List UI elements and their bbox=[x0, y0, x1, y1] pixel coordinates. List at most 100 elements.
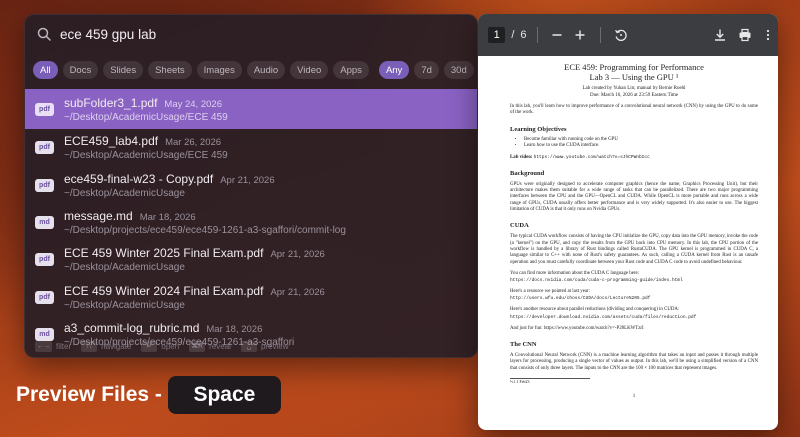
result-date: Mar 18, 2026 bbox=[206, 324, 263, 336]
zoom-in-icon[interactable] bbox=[571, 25, 590, 45]
result-path: ~/Desktop/AcademicUsage/ECE 459 bbox=[64, 111, 228, 123]
toolbar-divider bbox=[536, 27, 538, 43]
doc-paragraph: You can find more information about the … bbox=[510, 270, 640, 276]
print-icon[interactable] bbox=[736, 25, 755, 45]
doc-link[interactable]: https://www.youtube.com/watch?v=sJhCPWnb… bbox=[534, 155, 650, 160]
doc-list: Become familiar with running code on the… bbox=[524, 137, 758, 150]
result-name: ECE459_lab4.pdf bbox=[64, 134, 159, 149]
result-path: ~/Desktop/AcademicUsage/ECE 459 bbox=[64, 150, 228, 162]
filter-chip-sheets[interactable]: Sheets bbox=[148, 61, 192, 79]
shortcut-footer: ←→ filter ↑↓ navigate ↵ open ⌘R reveal ␣… bbox=[25, 335, 477, 357]
time-chip-30d[interactable]: 30d bbox=[443, 61, 474, 79]
pdf-file-icon: pdf bbox=[35, 102, 54, 116]
result-row[interactable]: pdf ECE 459 Winter 2025 Final Exam.pdf A… bbox=[25, 241, 477, 278]
doc-due-date: Due: March 16, 2026 at 23:59 Eastern Tim… bbox=[589, 92, 679, 98]
result-name: ece459-final-w23 - Copy.pdf bbox=[64, 171, 214, 186]
key-cap: ←→ bbox=[35, 340, 52, 352]
pdf-file-icon: pdf bbox=[35, 141, 54, 155]
doc-video-line: Lab video: https://www.youtube.com/watch… bbox=[510, 155, 758, 161]
key-cap: ↑↓ bbox=[81, 340, 98, 352]
doc-paragraph: A Convolutional Neural Network (CNN) is … bbox=[510, 353, 758, 371]
page-total: 6 bbox=[520, 29, 527, 41]
pdf-file-icon: pdf bbox=[35, 253, 54, 267]
result-name: message.md bbox=[64, 208, 133, 223]
time-chip-any[interactable]: Any bbox=[378, 61, 410, 79]
markdown-file-icon: md bbox=[35, 215, 54, 229]
result-row[interactable]: pdf ECE459_lab4.pdf Mar 26, 2026 ~/Deskt… bbox=[25, 129, 477, 166]
rotate-icon[interactable] bbox=[611, 25, 630, 45]
filter-chip-audio[interactable]: Audio bbox=[246, 61, 286, 79]
doc-heading: Learning Objectives bbox=[510, 125, 567, 133]
result-row[interactable]: pdf ece459-final-w23 - Copy.pdf Apr 21, … bbox=[25, 166, 477, 203]
doc-paragraph: In this lab, you'll learn how to improve… bbox=[510, 104, 758, 116]
page-number-input[interactable]: 1 bbox=[488, 27, 506, 43]
doc-heading: CUDA bbox=[510, 222, 529, 230]
result-name: ECE 459 Winter 2025 Final Exam.pdf bbox=[64, 246, 264, 261]
pdf-file-icon: pdf bbox=[35, 178, 54, 192]
result-name: subFolder3_1.pdf bbox=[64, 95, 158, 110]
doc-paragraph: The typical CUDA workflow consists of ha… bbox=[510, 234, 758, 265]
shortcut-reveal: ⌘R reveal bbox=[189, 340, 231, 352]
shortcut-filter: ←→ filter bbox=[35, 340, 72, 352]
key-cap: ↵ bbox=[141, 340, 158, 352]
result-date: Mar 18, 2026 bbox=[139, 211, 196, 223]
result-date: Apr 21, 2026 bbox=[270, 249, 325, 261]
caption-text: Preview Files - bbox=[16, 383, 162, 406]
doc-heading: The CNN bbox=[510, 341, 537, 349]
shortcut-label: navigate bbox=[101, 341, 132, 351]
doc-link[interactable]: http://users.wfu.edu/choss/CUDA/docs/Lec… bbox=[510, 296, 758, 302]
filter-chip-video[interactable]: Video bbox=[290, 61, 329, 79]
search-bar[interactable] bbox=[25, 15, 477, 53]
doc-list-item: Learn how to use the CUDA interface. bbox=[524, 143, 758, 150]
result-row[interactable]: pdf subFolder3_1.pdf May 24, 2026 ~/Desk… bbox=[25, 89, 477, 129]
key-cap: ⌘R bbox=[189, 340, 206, 352]
shortcut-navigate: ↑↓ navigate bbox=[81, 340, 132, 352]
doc-paragraph: Here's a resource we pointed at last yea… bbox=[510, 289, 591, 295]
filter-chip-images[interactable]: Images bbox=[196, 61, 242, 79]
result-row[interactable]: pdf ECE 459 Winter 2024 Final Exam.pdf A… bbox=[25, 279, 477, 316]
doc-footnote: ¹v1.1·Feb23 bbox=[510, 379, 530, 385]
more-options-icon[interactable] bbox=[759, 25, 778, 45]
time-chip-7d[interactable]: 7d bbox=[414, 61, 439, 79]
search-input[interactable] bbox=[60, 26, 420, 42]
footnote-rule bbox=[510, 377, 590, 379]
search-panel: All Docs Slides Sheets Images Audio Vide… bbox=[24, 14, 478, 358]
result-path: ~/Desktop/AcademicUsage bbox=[64, 187, 185, 199]
doc-link[interactable]: https://docs.nvidia.com/cuda/cuda-c-prog… bbox=[510, 278, 758, 284]
key-cap: ␣ bbox=[240, 340, 257, 352]
pdf-page: ECE 459: Programming for Performance Lab… bbox=[478, 56, 778, 430]
result-path: ~/Desktop/projects/ece459/ece459-1261-a3… bbox=[64, 224, 346, 236]
shortcut-label: preview bbox=[260, 341, 289, 351]
doc-paragraph: Here's another resource about parallel r… bbox=[510, 307, 680, 313]
doc-paragraph: GPUs were originally designed to acceler… bbox=[510, 181, 758, 213]
pdf-toolbar: 1 / 6 bbox=[478, 14, 778, 56]
search-icon bbox=[37, 27, 51, 41]
doc-page-number: 1 bbox=[632, 394, 636, 400]
filter-chip-docs[interactable]: Docs bbox=[62, 61, 99, 79]
shortcut-label: open bbox=[161, 341, 180, 351]
toolbar-divider bbox=[600, 27, 601, 43]
doc-link[interactable]: https://developer.download.nvidia.com/as… bbox=[510, 315, 758, 321]
results-list: pdf subFolder3_1.pdf May 24, 2026 ~/Desk… bbox=[25, 89, 477, 353]
shortcut-label: filter bbox=[56, 341, 72, 351]
result-date: Apr 21, 2026 bbox=[270, 286, 325, 298]
result-path: ~/Desktop/AcademicUsage bbox=[64, 262, 185, 274]
result-date: May 24, 2026 bbox=[164, 98, 222, 110]
doc-heading: Background bbox=[510, 169, 545, 177]
doc-video-label: Lab video: bbox=[510, 154, 533, 160]
pdf-file-icon: pdf bbox=[35, 290, 54, 304]
doc-paragraph: And just for fun: https://www.youtube.co… bbox=[510, 325, 644, 331]
result-name: ECE 459 Winter 2024 Final Exam.pdf bbox=[64, 283, 264, 298]
download-icon[interactable] bbox=[710, 25, 729, 45]
page-separator: / bbox=[511, 29, 515, 41]
filter-chip-slides[interactable]: Slides bbox=[103, 61, 144, 79]
filter-chip-all[interactable]: All bbox=[33, 61, 58, 79]
caption: Preview Files - Space bbox=[16, 376, 281, 414]
result-row[interactable]: md message.md Mar 18, 2026 ~/Desktop/pro… bbox=[25, 204, 477, 241]
pdf-preview-panel: 1 / 6 ECE 459: Programming for Performan… bbox=[478, 14, 778, 430]
shortcut-label: reveal bbox=[209, 341, 231, 351]
result-name: a3_commit-log_rubric.md bbox=[64, 321, 200, 336]
zoom-out-icon[interactable] bbox=[547, 25, 566, 45]
filter-chip-apps[interactable]: Apps bbox=[333, 61, 369, 79]
filter-bar: All Docs Slides Sheets Images Audio Vide… bbox=[25, 53, 477, 87]
